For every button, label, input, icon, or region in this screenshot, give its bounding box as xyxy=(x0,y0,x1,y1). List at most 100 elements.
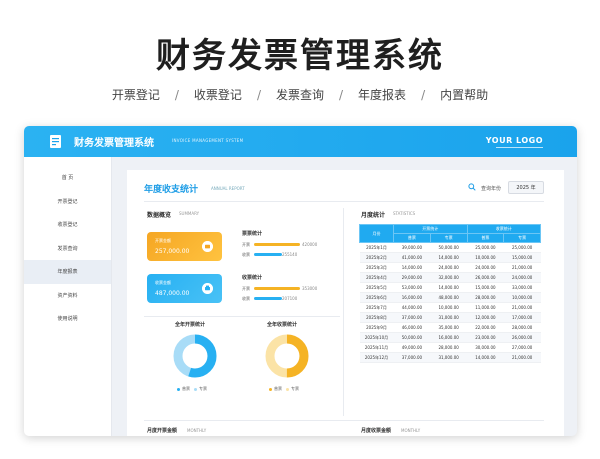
amount-cell: 50,000.00 xyxy=(393,332,431,343)
amount-cell: 27,000.00 xyxy=(503,342,541,353)
amount-cell: 25,000.00 xyxy=(467,242,504,253)
bar-issued xyxy=(254,287,300,290)
nav-separator: / xyxy=(339,87,344,102)
amount-cell: 15,000.00 xyxy=(503,252,541,263)
sidebar-item-home[interactable]: 首 页 xyxy=(24,166,111,190)
hero-nav-item[interactable]: 开票登记 xyxy=(112,86,160,103)
bottom-divider xyxy=(144,420,544,421)
amount-cell: 16,000.00 xyxy=(430,332,467,343)
hero-nav-item[interactable]: 发票查询 xyxy=(276,86,324,103)
header-sub: 专票 xyxy=(503,233,541,243)
donut-title: 全年收票统计 xyxy=(267,322,298,328)
table-row: 2025年2月 41,000.00 14,000.00 10,000.00 15,000… xyxy=(359,252,541,263)
nav-separator: / xyxy=(256,87,261,102)
sidebar-item-issue-invoice[interactable]: 开票登记 xyxy=(24,190,111,214)
issued-donut-chart xyxy=(173,334,217,378)
amount-cell: 30,000.00 xyxy=(467,342,504,353)
amount-cell: 14,000.00 xyxy=(393,262,431,273)
amount-cell: 28,000.00 xyxy=(467,292,504,303)
header-received-group: 收票统计 xyxy=(466,224,541,234)
amount-cell: 48,000.00 xyxy=(430,292,467,303)
bar-value: 255140 xyxy=(282,252,298,257)
hero-nav-item[interactable]: 年度报表 xyxy=(358,86,406,103)
amount-cell: 10,000.00 xyxy=(430,302,467,313)
wallet-icon xyxy=(202,241,213,252)
amount-cell: 14,000.00 xyxy=(430,252,467,263)
month-cell: 2025年10月 xyxy=(359,332,394,343)
nav-separator: / xyxy=(421,87,426,102)
monthly-stats-table: 月份 开票统计 收票统计 普票 专票 普票 专票 2025年1月 39,000.0… xyxy=(359,224,541,363)
year-label: 查询年份 xyxy=(481,186,502,192)
hero-nav-item[interactable]: 收票登记 xyxy=(194,86,242,103)
receipt-stats-title: 收票统计 xyxy=(242,275,263,281)
table-row: 2025年10月 50,000.00 16,000.00 23,000.00 26,00… xyxy=(359,332,541,343)
amount-cell: 28,000.00 xyxy=(430,342,467,353)
amount-cell: 28,000.00 xyxy=(503,322,541,333)
amount-cell: 33,000.00 xyxy=(503,282,541,293)
hero-nav-item[interactable]: 内置帮助 xyxy=(440,86,488,103)
amount-cell: 15,000.00 xyxy=(467,282,504,293)
summary-title: 数据概览 xyxy=(147,212,172,219)
monthly-received-subtitle: MONTHLY xyxy=(401,428,421,433)
amount-cell: 10,000.00 xyxy=(503,292,541,303)
invoice-logo-icon xyxy=(50,135,61,148)
bar-received xyxy=(254,297,282,300)
card-label: 收票金额 xyxy=(155,280,171,285)
app-window: 财务发票管理系统 INVOICE MANAGEMENT SYSTEM YOUR … xyxy=(24,126,577,436)
header-divider xyxy=(144,201,544,202)
issued-amount-card: 开票金额 257,000.00 xyxy=(147,232,222,261)
legend-dot xyxy=(286,387,289,391)
sidebar-item-annual-report[interactable]: 年度报表 xyxy=(24,260,111,284)
printer-icon xyxy=(202,283,213,294)
year-select[interactable]: 2025 年 xyxy=(508,181,544,194)
amount-cell: 14,000.00 xyxy=(467,352,504,363)
amount-cell: 37,000.00 xyxy=(393,312,431,323)
sidebar-item-assets[interactable]: 资产资料 xyxy=(24,284,111,308)
table-row: 2025年9月 46,000.00 35,000.00 22,000.00 28,000… xyxy=(359,322,541,333)
bar-issued xyxy=(254,243,300,246)
sidebar-item-invoice-query[interactable]: 发票查询 xyxy=(24,237,111,261)
legend-dot xyxy=(194,387,197,391)
amount-cell: 21,000.00 xyxy=(503,262,541,273)
month-cell: 2025年7月 xyxy=(359,302,394,313)
sidebar-item-help[interactable]: 使用说明 xyxy=(24,307,111,331)
amount-cell: 31,000.00 xyxy=(430,352,467,363)
month-cell: 2025年5月 xyxy=(359,282,394,293)
donut-legend: 普票 专票 xyxy=(177,386,207,392)
bar-value: 353000 xyxy=(302,286,318,291)
monthly-issued-subtitle: MONTHLY xyxy=(187,428,207,433)
amount-cell: 21,000.00 xyxy=(503,352,541,363)
legend-label: 普票 xyxy=(182,386,190,391)
received-amount-card: 收票金额 487,000.00 xyxy=(147,274,222,303)
brand-logo: YOUR LOGO xyxy=(485,136,543,145)
month-cell: 2025年11月 xyxy=(359,342,394,353)
month-cell: 2025年2月 xyxy=(359,252,394,263)
received-donut-chart xyxy=(265,334,309,378)
card-value: 257,000.00 xyxy=(155,248,190,255)
legend-label: 专票 xyxy=(291,386,299,391)
monthly-received-title: 月度收票金额 xyxy=(361,428,392,434)
donut-title: 全年开票统计 xyxy=(175,322,206,328)
month-cell: 2025年8月 xyxy=(359,312,394,323)
header-issued-group: 开票统计 xyxy=(393,224,468,234)
amount-cell: 44,000.00 xyxy=(393,302,431,313)
top-bar: 财务发票管理系统 INVOICE MANAGEMENT SYSTEM YOUR … xyxy=(24,126,577,157)
amount-cell: 37,000.00 xyxy=(393,352,431,363)
card-value: 487,000.00 xyxy=(155,290,190,297)
legend-label: 专票 xyxy=(199,386,207,391)
main-content: 年度收支统计 ANNUAL REPORT 查询年份 2025 年 数据概览 SU… xyxy=(127,170,564,436)
amount-cell: 11,000.00 xyxy=(467,302,504,313)
month-cell: 2025年3月 xyxy=(359,262,394,273)
amount-cell: 50,000.00 xyxy=(430,242,467,253)
amount-cell: 21,000.00 xyxy=(503,302,541,313)
amount-cell: 24,000.00 xyxy=(503,272,541,283)
table-row: 2025年5月 53,000.00 14,000.00 15,000.00 33,000… xyxy=(359,282,541,293)
sidebar-item-receive-invoice[interactable]: 收票登记 xyxy=(24,213,111,237)
invoice-stats-title: 票票统计 xyxy=(242,231,263,237)
amount-cell: 22,000.00 xyxy=(467,322,504,333)
amount-cell: 26,000.00 xyxy=(503,332,541,343)
bar-label: 收票 xyxy=(242,252,250,257)
search-icon[interactable] xyxy=(468,183,476,191)
amount-cell: 31,000.00 xyxy=(430,312,467,323)
table-row: 2025年8月 37,000.00 31,000.00 12,000.00 17,000… xyxy=(359,312,541,323)
